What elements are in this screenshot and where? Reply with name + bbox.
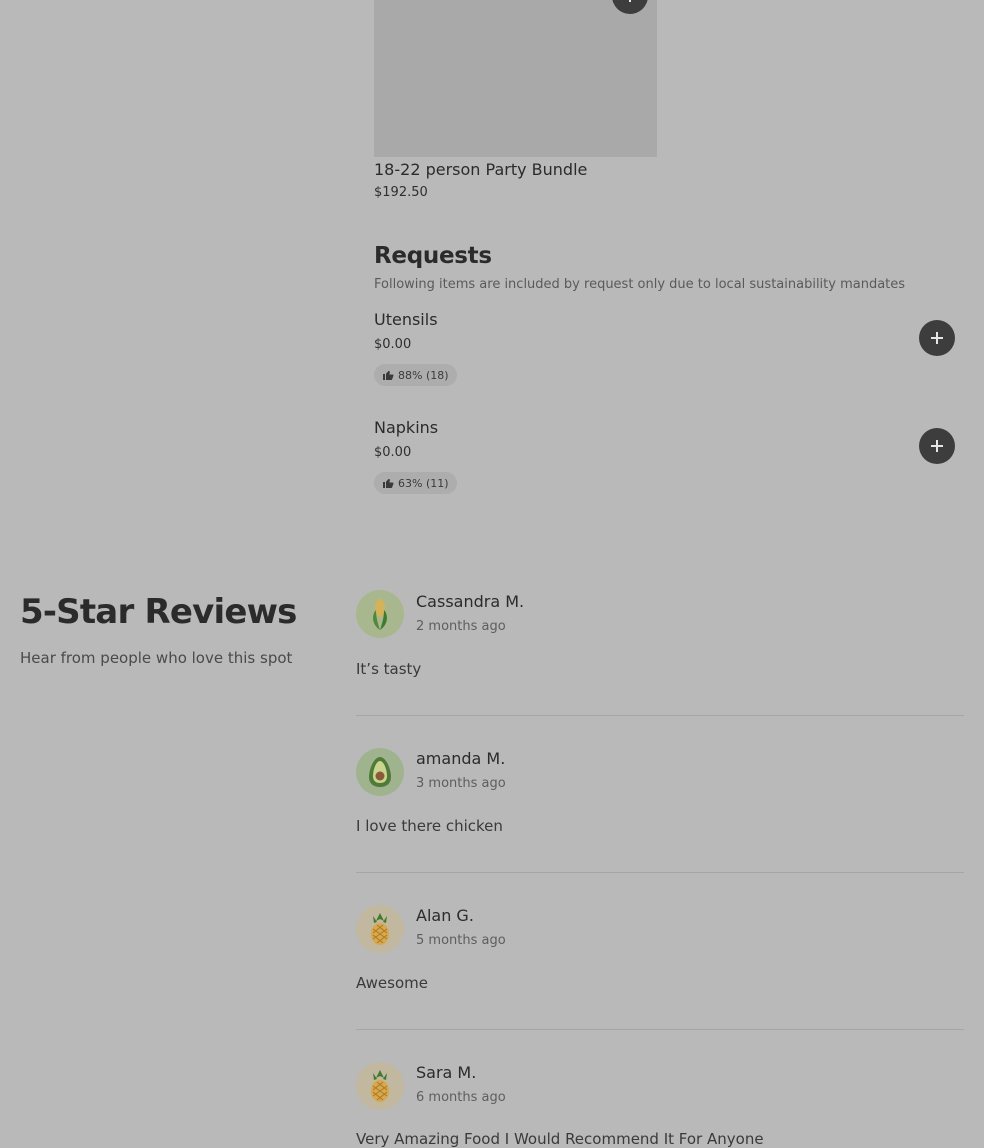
thumbs-up-icon <box>383 479 394 488</box>
reviews-subtitle: Hear from people who love this spot <box>20 649 293 667</box>
review-time: 3 months ago <box>416 776 506 791</box>
avatar <box>356 748 404 796</box>
request-item-napkins-name[interactable]: Napkins <box>374 418 438 437</box>
avatar <box>356 590 404 638</box>
avatar <box>356 905 404 953</box>
reviews-title: 5-Star Reviews <box>20 592 297 632</box>
avatar <box>356 1062 404 1110</box>
avocado-icon <box>369 757 391 787</box>
bundle-image[interactable] <box>374 0 657 157</box>
review-text: Very Amazing Food I Would Recommend It F… <box>356 1130 764 1148</box>
add-napkins-button[interactable] <box>919 428 955 464</box>
reviewer-name: Cassandra M. <box>416 592 525 611</box>
reviewer-name: amanda M. <box>416 749 506 768</box>
rating-badge: 63% (11) <box>374 472 457 494</box>
rating-badge: 88% (18) <box>374 364 457 386</box>
request-item-utensils-name[interactable]: Utensils <box>374 310 438 329</box>
plus-icon <box>931 440 943 452</box>
review-text: Awesome <box>356 974 428 992</box>
request-item-napkins-price: $0.00 <box>374 445 412 460</box>
pineapple-icon <box>371 1070 389 1102</box>
rating-text: 88% (18) <box>398 368 449 382</box>
reviewer-name: Sara M. <box>416 1063 477 1082</box>
add-utensils-button[interactable] <box>919 320 955 356</box>
review-divider <box>356 872 964 873</box>
bundle-name[interactable]: 18-22 person Party Bundle <box>374 160 587 179</box>
request-item-utensils-price: $0.00 <box>374 337 412 352</box>
review-divider <box>356 715 964 716</box>
reviewer-name: Alan G. <box>416 906 474 925</box>
review-divider <box>356 1029 964 1030</box>
plus-icon <box>931 332 943 344</box>
review-text: It’s tasty <box>356 660 422 678</box>
review-text: I love there chicken <box>356 817 503 835</box>
plus-icon <box>624 0 636 2</box>
review-time: 5 months ago <box>416 933 506 948</box>
review-time: 2 months ago <box>416 619 506 634</box>
thumbs-up-icon <box>383 371 394 380</box>
bundle-price: $192.50 <box>374 185 428 200</box>
corn-icon <box>373 599 387 630</box>
requests-title: Requests <box>374 243 492 269</box>
review-time: 6 months ago <box>416 1090 506 1105</box>
requests-subtitle: Following items are included by request … <box>374 277 906 292</box>
pineapple-icon <box>371 913 389 945</box>
rating-text: 63% (11) <box>398 476 449 490</box>
